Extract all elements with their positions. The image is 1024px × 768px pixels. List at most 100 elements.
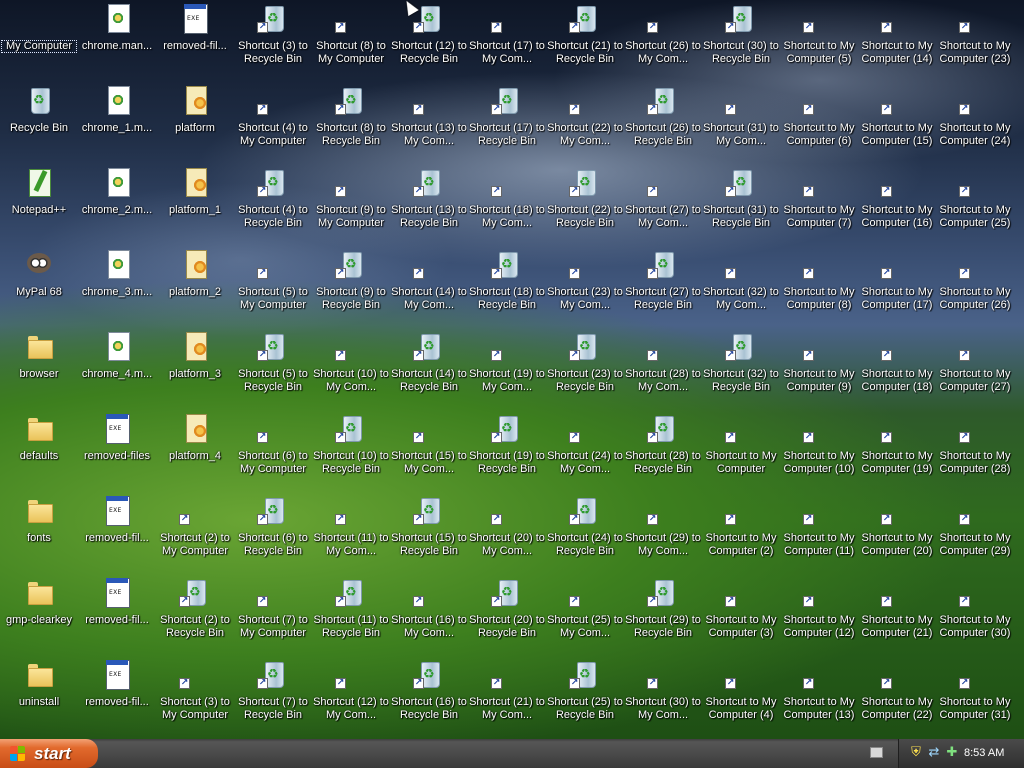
desktop-icon[interactable]: ♻ ↗ Shortcut (5) to Recycle Bin [234, 328, 312, 406]
desktop-icon[interactable]: ↗ Shortcut (23) to My Com... [546, 246, 624, 324]
desktop-icon[interactable]: ♻ ↗ Shortcut (2) to Recycle Bin [156, 574, 234, 652]
desktop-icon[interactable]: ↗ Shortcut (22) to My Com... [546, 82, 624, 160]
desktop-icon[interactable]: ↗ Shortcut (29) to My Com... [624, 492, 702, 570]
desktop-icon[interactable]: gmp-clearkey [0, 574, 78, 652]
desktop-icon[interactable]: My Computer [0, 0, 78, 78]
desktop-icon[interactable]: ↗ Shortcut to My Computer (11) [780, 492, 858, 570]
desktop-icon[interactable]: ♻ ↗ Shortcut (4) to Recycle Bin [234, 164, 312, 242]
desktop-icon[interactable]: ↗ Shortcut to My Computer (3) [702, 574, 780, 652]
desktop-icon[interactable]: ♻ ↗ Shortcut (7) to Recycle Bin [234, 656, 312, 734]
desktop-icon[interactable]: ↗ Shortcut (21) to My Com... [468, 656, 546, 734]
desktop-icon[interactable]: ↗ Shortcut to My Computer (24) [936, 82, 1014, 160]
desktop-icon[interactable]: ↗ Shortcut (20) to My Com... [468, 492, 546, 570]
desktop-icon[interactable]: ↗ Shortcut to My Computer (19) [858, 410, 936, 488]
desktop-icon[interactable]: ↗ Shortcut (7) to My Computer [234, 574, 312, 652]
desktop-icon[interactable]: EXE removed-fil... [156, 0, 234, 78]
desktop-icon[interactable]: ♻ ↗ Shortcut (25) to Recycle Bin [546, 656, 624, 734]
desktop-icon[interactable]: ↗ Shortcut (27) to My Com... [624, 164, 702, 242]
desktop-icon[interactable]: chrome_1.m... [78, 82, 156, 160]
desktop-icon[interactable]: ↗ Shortcut (31) to My Com... [702, 82, 780, 160]
desktop-icon[interactable]: ↗ Shortcut to My Computer (2) [702, 492, 780, 570]
desktop-icon[interactable]: ♻ ↗ Shortcut (29) to Recycle Bin [624, 574, 702, 652]
desktop-icon[interactable]: ♻ ↗ Shortcut (32) to Recycle Bin [702, 328, 780, 406]
desktop-icon[interactable]: ↗ Shortcut (11) to My Com... [312, 492, 390, 570]
desktop-icon[interactable]: ♻ ↗ Shortcut (18) to Recycle Bin [468, 246, 546, 324]
desktop-icon[interactable]: ↗ Shortcut (18) to My Com... [468, 164, 546, 242]
desktop-icon[interactable]: ↗ Shortcut to My Computer (29) [936, 492, 1014, 570]
desktop-icon[interactable]: ♻ ↗ Shortcut (30) to Recycle Bin [702, 0, 780, 78]
desktop-icon[interactable]: ↗ Shortcut (6) to My Computer [234, 410, 312, 488]
desktop-icon[interactable]: ♻ ↗ Shortcut (21) to Recycle Bin [546, 0, 624, 78]
desktop-icon[interactable]: ♻ ↗ Shortcut (17) to Recycle Bin [468, 82, 546, 160]
desktop-icon[interactable]: ♻ ↗ Shortcut (22) to Recycle Bin [546, 164, 624, 242]
desktop-icon[interactable]: ↗ Shortcut to My Computer (28) [936, 410, 1014, 488]
keyboard-icon[interactable] [870, 747, 883, 758]
desktop-icon[interactable]: ↗ Shortcut to My Computer (9) [780, 328, 858, 406]
desktop-icon[interactable]: ↗ Shortcut to My Computer (22) [858, 656, 936, 734]
desktop-icon[interactable]: ♻ ↗ Shortcut (3) to Recycle Bin [234, 0, 312, 78]
desktop-icon[interactable]: ↗ Shortcut to My Computer (4) [702, 656, 780, 734]
desktop-icon[interactable]: ♻ ↗ Shortcut (20) to Recycle Bin [468, 574, 546, 652]
desktop-icon[interactable]: ♻ ↗ Shortcut (10) to Recycle Bin [312, 410, 390, 488]
desktop-icon[interactable]: ↗ Shortcut to My Computer [702, 410, 780, 488]
desktop-icon[interactable]: EXE removed-fil... [78, 492, 156, 570]
desktop-icon[interactable]: ↗ Shortcut to My Computer (5) [780, 0, 858, 78]
desktop-icon[interactable]: ↗ Shortcut to My Computer (8) [780, 246, 858, 324]
desktop-icon[interactable]: ↗ Shortcut to My Computer (27) [936, 328, 1014, 406]
desktop-icon[interactable]: ↗ Shortcut (19) to My Com... [468, 328, 546, 406]
desktop-icon[interactable]: ♻ ↗ Shortcut (24) to Recycle Bin [546, 492, 624, 570]
desktop-icon[interactable]: chrome_4.m... [78, 328, 156, 406]
desktop-icon[interactable]: ↗ Shortcut (10) to My Com... [312, 328, 390, 406]
desktop-icon[interactable]: ♻ ↗ Shortcut (28) to Recycle Bin [624, 410, 702, 488]
desktop-icon[interactable]: ↗ Shortcut (12) to My Com... [312, 656, 390, 734]
desktop-icon[interactable]: ♻ ↗ Shortcut (8) to Recycle Bin [312, 82, 390, 160]
desktop-icon[interactable]: ↗ Shortcut (2) to My Computer [156, 492, 234, 570]
desktop-icon[interactable]: ♻ ↗ Shortcut (19) to Recycle Bin [468, 410, 546, 488]
desktop-icon[interactable]: ↗ Shortcut to My Computer (26) [936, 246, 1014, 324]
desktop-icon[interactable]: EXE removed-fil... [78, 574, 156, 652]
clock[interactable]: 8:53 AM [964, 739, 1004, 768]
desktop-icon[interactable]: Notepad++ [0, 164, 78, 242]
desktop-icon[interactable]: ↗ Shortcut to My Computer (14) [858, 0, 936, 78]
desktop-icon[interactable]: ♻ ↗ Shortcut (14) to Recycle Bin [390, 328, 468, 406]
desktop-icon[interactable]: ↗ Shortcut (13) to My Com... [390, 82, 468, 160]
desktop-icon[interactable]: ♻ ↗ Shortcut (11) to Recycle Bin [312, 574, 390, 652]
desktop-icon[interactable]: ↗ Shortcut (4) to My Computer [234, 82, 312, 160]
desktop-icon[interactable]: ↗ Shortcut (32) to My Com... [702, 246, 780, 324]
desktop-icon[interactable]: ↗ Shortcut (5) to My Computer [234, 246, 312, 324]
desktop-icon[interactable]: ↗ Shortcut (17) to My Com... [468, 0, 546, 78]
desktop-icon[interactable]: ↗ Shortcut to My Computer (20) [858, 492, 936, 570]
desktop-icon[interactable]: chrome_2.m... [78, 164, 156, 242]
desktop-icon[interactable]: ↗ Shortcut to My Computer (23) [936, 0, 1014, 78]
desktop-icon[interactable]: chrome.man... [78, 0, 156, 78]
network-icon[interactable]: ⇄ [927, 745, 941, 761]
desktop-icon[interactable]: ↗ Shortcut to My Computer (31) [936, 656, 1014, 734]
desktop-icon[interactable]: platform_4 [156, 410, 234, 488]
desktop-icon[interactable]: ↗ Shortcut to My Computer (15) [858, 82, 936, 160]
desktop-icon[interactable]: ♻ ↗ Shortcut (6) to Recycle Bin [234, 492, 312, 570]
desktop-icon[interactable]: MyPal 68 [0, 246, 78, 324]
desktop-icon[interactable]: defaults [0, 410, 78, 488]
desktop-icon[interactable]: ↗ Shortcut to My Computer (10) [780, 410, 858, 488]
desktop-icon[interactable]: ↗ Shortcut (9) to My Computer [312, 164, 390, 242]
desktop-icon[interactable]: ↗ Shortcut (3) to My Computer [156, 656, 234, 734]
desktop-icon[interactable]: ♻ ↗ Shortcut (27) to Recycle Bin [624, 246, 702, 324]
desktop-icon[interactable]: uninstall [0, 656, 78, 734]
desktop-icon[interactable]: chrome_3.m... [78, 246, 156, 324]
desktop-icon[interactable]: ↗ Shortcut to My Computer (13) [780, 656, 858, 734]
desktop-icon[interactable]: ♻ ↗ Shortcut (26) to Recycle Bin [624, 82, 702, 160]
safely-remove-hardware-icon[interactable]: ✚ [945, 745, 959, 761]
desktop-icon[interactable]: ↗ Shortcut (8) to My Computer [312, 0, 390, 78]
desktop-icon[interactable]: ↗ Shortcut to My Computer (6) [780, 82, 858, 160]
desktop-icon[interactable]: ↗ Shortcut (14) to My Com... [390, 246, 468, 324]
desktop-icon[interactable]: EXE removed-files [78, 410, 156, 488]
desktop-icon[interactable]: fonts [0, 492, 78, 570]
desktop-icon[interactable]: ↗ Shortcut to My Computer (7) [780, 164, 858, 242]
desktop-icon[interactable]: ↗ Shortcut (16) to My Com... [390, 574, 468, 652]
desktop-icon[interactable]: ↗ Shortcut (24) to My Com... [546, 410, 624, 488]
desktop-icon[interactable]: ↗ Shortcut to My Computer (30) [936, 574, 1014, 652]
desktop-icon[interactable]: ↗ Shortcut to My Computer (21) [858, 574, 936, 652]
security-shield-icon[interactable]: ⛨ [909, 745, 923, 761]
desktop-icon[interactable]: ♻ ↗ Shortcut (15) to Recycle Bin [390, 492, 468, 570]
desktop-icon[interactable]: ↗ Shortcut (25) to My Com... [546, 574, 624, 652]
